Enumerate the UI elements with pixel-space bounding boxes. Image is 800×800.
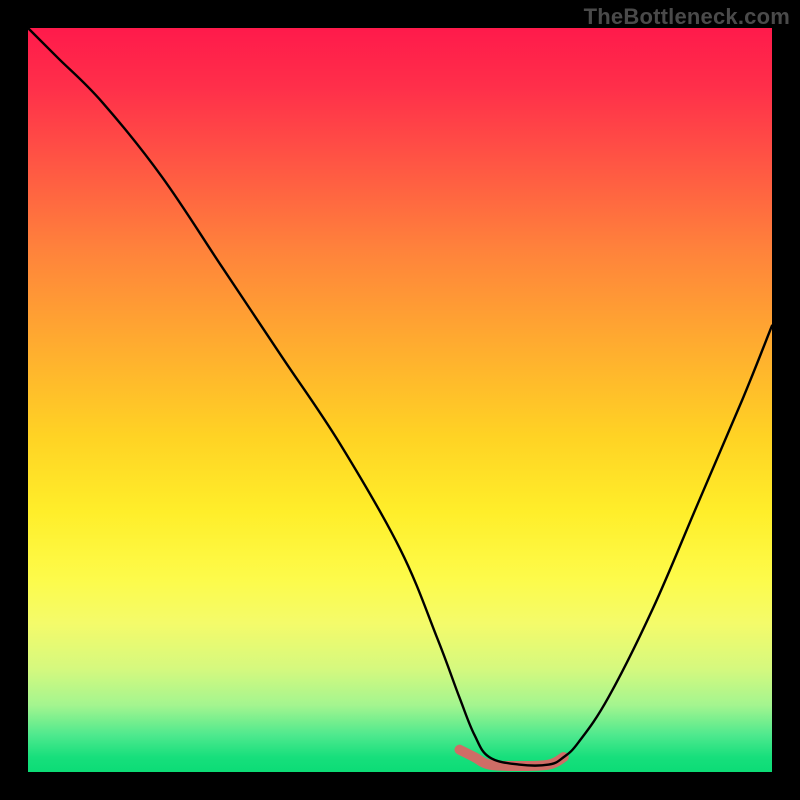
watermark-text: TheBottleneck.com — [584, 4, 790, 30]
bottleneck-curve — [28, 28, 772, 766]
plot-area — [28, 28, 772, 772]
chart-stage: TheBottleneck.com — [0, 0, 800, 800]
chart-svg — [28, 28, 772, 772]
